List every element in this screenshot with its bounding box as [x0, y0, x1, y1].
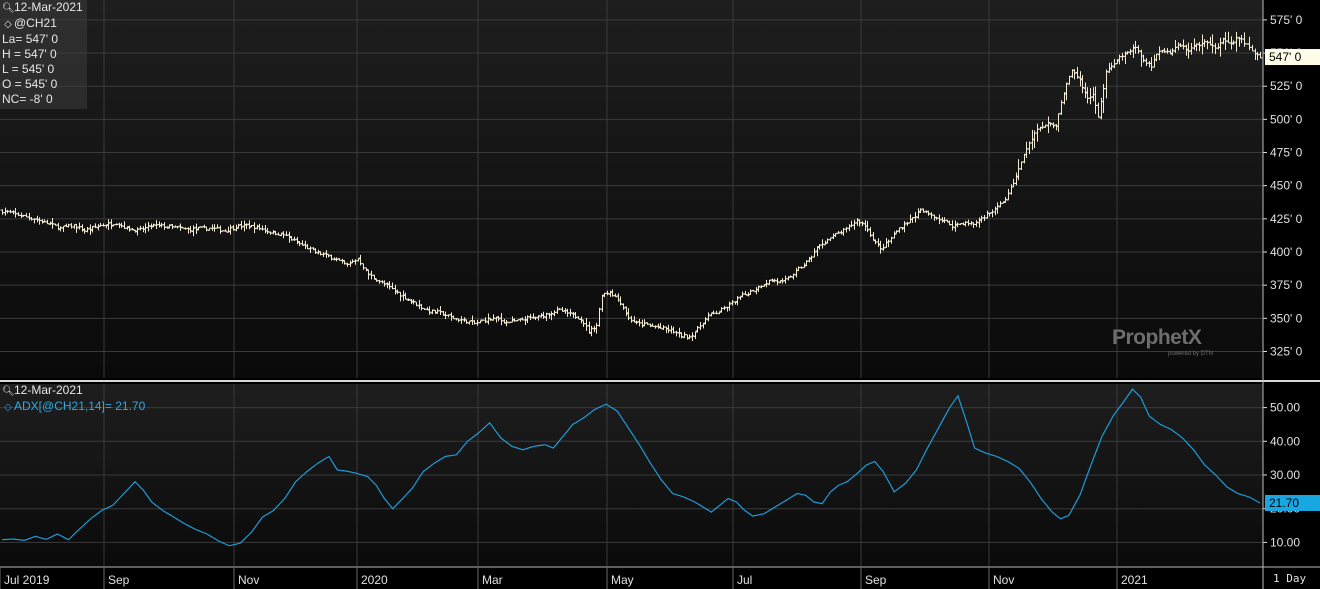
adx-tick-label: 30.00 — [1270, 468, 1300, 482]
adx-tick-label: 40.00 — [1270, 434, 1300, 448]
adx-legend: 🔍︎12-Mar-2021 ◇ ADX[@CH21,14]= 21.70 — [0, 383, 149, 417]
legend-symbol: @CH21 — [14, 16, 57, 30]
legend-high: H = 547' 0 — [2, 47, 57, 61]
legend-low: L = 545' 0 — [2, 62, 55, 76]
month-label: Sep — [108, 573, 130, 587]
price-tick-label: 400' 0 — [1270, 245, 1303, 259]
month-label: 2021 — [1121, 573, 1148, 587]
price-tick-label: 350' 0 — [1270, 311, 1303, 325]
legend-open: O = 545' 0 — [2, 77, 58, 91]
month-label: May — [611, 573, 634, 587]
price-tick-label: 500' 0 — [1270, 112, 1303, 126]
diamond-icon: ◇ — [4, 19, 12, 30]
price-tick-label: 375' 0 — [1270, 278, 1303, 292]
chart-canvas[interactable]: 575' 0550' 0525' 0500' 0475' 0450' 0425'… — [0, 0, 1320, 589]
adx-legend-study: ADX[@CH21,14]= 21.70 — [14, 399, 146, 413]
adx-last-label: 21.70 — [1269, 496, 1299, 510]
legend-net-change: NC= -8' 0 — [2, 92, 53, 106]
month-label: Jul — [737, 573, 752, 587]
price-tick-label: 525' 0 — [1270, 79, 1303, 93]
price-tick-label: 450' 0 — [1270, 179, 1303, 193]
price-tick-label: 425' 0 — [1270, 212, 1303, 226]
legend-date: 12-Mar-2021 — [14, 0, 83, 14]
month-label: Nov — [993, 573, 1014, 587]
adx-tick-label: 10.00 — [1270, 535, 1300, 549]
price-tick-label: 575' 0 — [1270, 13, 1303, 27]
month-label: Mar — [482, 573, 503, 587]
prophetx-logo-sub: powered by DTN — [1168, 351, 1214, 357]
price-last-label: 547' 0 — [1269, 50, 1302, 64]
prophetx-logo: ProphetX — [1112, 326, 1202, 349]
adx-tick-label: 50.00 — [1270, 401, 1300, 415]
magnifier-icon[interactable]: 🔍︎ — [2, 1, 15, 16]
price-tick-label: 475' 0 — [1270, 146, 1303, 160]
magnifier-icon[interactable]: 🔍︎ — [2, 384, 15, 399]
price-tick-label: 325' 0 — [1270, 344, 1303, 358]
chart-window: 575' 0550' 0525' 0500' 0475' 0450' 0425'… — [0, 0, 1320, 589]
timeframe-label: 1 Day — [1273, 572, 1306, 585]
diamond-icon: ◇ — [4, 402, 12, 413]
month-label: Sep — [865, 573, 887, 587]
adx-legend-date: 12-Mar-2021 — [14, 383, 83, 397]
legend-last: La= 547' 0 — [2, 32, 59, 46]
price-legend: 🔍︎12-Mar-2021 ◇ @CH21 La= 547' 0 H = 547'… — [0, 0, 87, 109]
month-label: Nov — [238, 573, 259, 587]
month-label: 2020 — [361, 573, 388, 587]
month-label: Jul 2019 — [4, 573, 50, 587]
